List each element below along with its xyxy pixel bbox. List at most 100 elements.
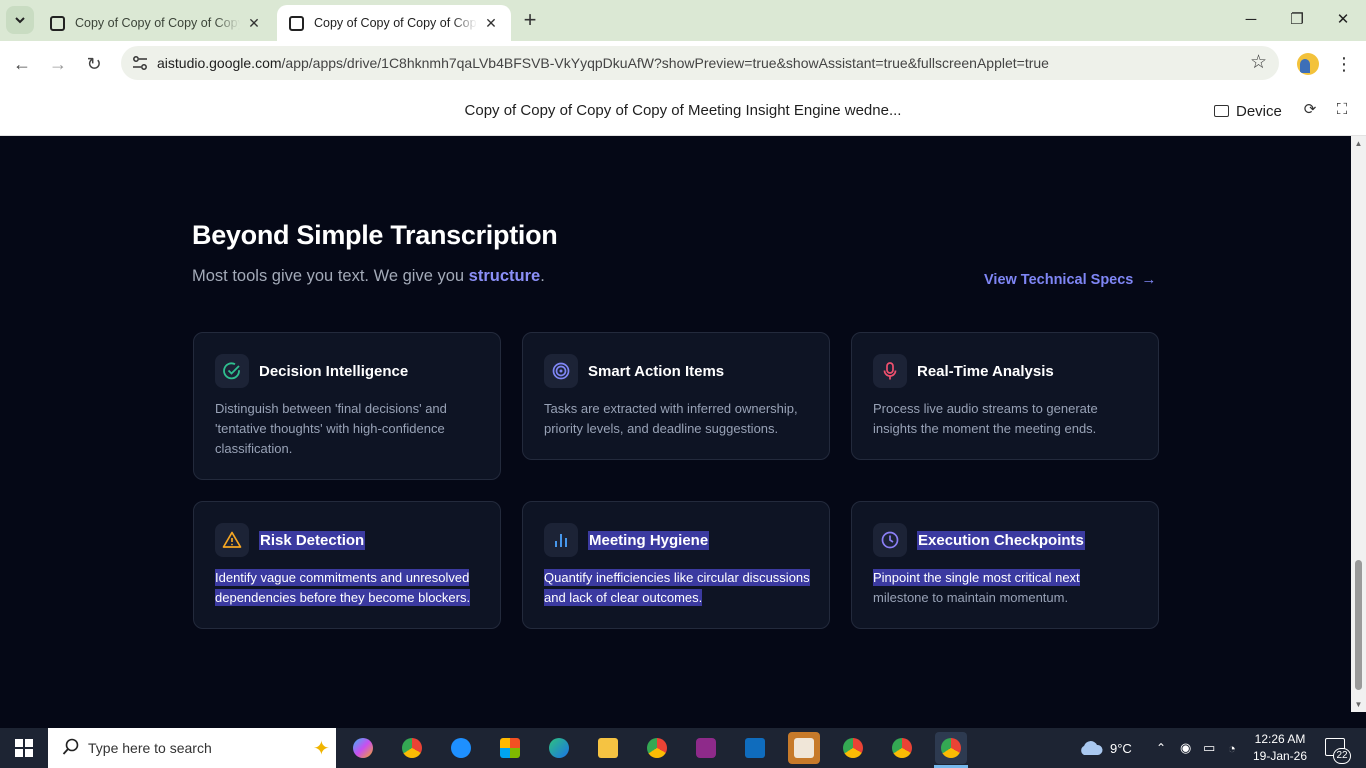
- outlook-app-icon[interactable]: [739, 732, 771, 764]
- spec-link-label: View Technical Specs: [984, 271, 1134, 288]
- card-title-text: Meeting Hygiene: [588, 531, 710, 550]
- toolbar: ← → ↻ aistudio.google.com/app/apps/drive…: [0, 41, 1366, 86]
- windows-start-button[interactable]: [0, 728, 48, 768]
- feature-card-decision-intelligence: Decision Intelligence Distinguish betwee…: [193, 332, 501, 480]
- back-arrow-icon[interactable]: ←: [9, 51, 35, 77]
- applet-favicon-icon: [50, 15, 65, 31]
- app-title: Copy of Copy of Copy of Copy of Meeting …: [464, 102, 902, 119]
- minimize-icon[interactable]: ─: [1236, 8, 1266, 32]
- windows-taskbar: Type here to search ✦ 9°C ⌃ ◉ ▭ ◔ 12:26 …: [0, 728, 1366, 768]
- address-bar[interactable]: aistudio.google.com/app/apps/drive/1C8hk…: [121, 46, 1279, 80]
- device-button[interactable]: Device: [1214, 100, 1282, 122]
- chrome-profile-app-icon[interactable]: [641, 732, 673, 764]
- app-content: Beyond Simple Transcription Most tools g…: [0, 136, 1351, 712]
- card-title: Real-Time Analysis: [917, 363, 1054, 380]
- browser-tab[interactable]: Copy of Copy of Copy of Copy of Meeting …: [38, 5, 274, 41]
- scroll-down-icon[interactable]: ▼: [1354, 700, 1363, 709]
- card-title: Risk Detection: [259, 531, 366, 550]
- scrollbar-thumb[interactable]: [1355, 560, 1362, 690]
- taskbar-search-box[interactable]: Type here to search ✦: [48, 728, 336, 768]
- file-explorer-icon[interactable]: [592, 732, 624, 764]
- browser-tab-active[interactable]: Copy of Copy of Copy of Copy of Meeting …: [277, 5, 511, 41]
- chrome-profile-b-icon[interactable]: [886, 732, 918, 764]
- record-icon[interactable]: ◉: [1180, 728, 1191, 768]
- tab-title: Copy of Copy of Copy of Copy of Meeting …: [314, 16, 477, 30]
- applet-favicon-icon: [289, 15, 304, 31]
- notification-count-badge: 22: [1333, 748, 1351, 764]
- chrome-profile-r-icon[interactable]: [837, 732, 869, 764]
- card-description: Quantify inefficiencies like circular di…: [544, 568, 814, 608]
- reload-icon[interactable]: ↻: [81, 51, 107, 77]
- feature-card-meeting-hygiene: Meeting Hygiene Quantify inefficiencies …: [522, 501, 830, 629]
- warning-triangle-icon: [215, 523, 249, 557]
- new-tab-plus-icon[interactable]: +: [518, 9, 542, 33]
- card-title: Meeting Hygiene: [588, 531, 710, 550]
- clock-icon: [873, 523, 907, 557]
- java-app-icon[interactable]: [788, 732, 820, 764]
- microsoft-store-icon[interactable]: [494, 732, 526, 764]
- window-close-icon[interactable]: ✕: [1328, 8, 1358, 32]
- card-title-text: Execution Checkpoints: [917, 531, 1085, 550]
- windows-logo-icon: [15, 739, 33, 757]
- url-path: /app/apps/drive/1C8hknmh7qaLVb4BFSVB-VkY…: [281, 55, 1049, 71]
- device-label: Device: [1236, 102, 1282, 120]
- card-description-selected: Pinpoint the single most critical next: [873, 569, 1080, 586]
- target-icon: [544, 354, 578, 388]
- show-hidden-icons[interactable]: ⌃: [1156, 728, 1166, 768]
- url-host: aistudio.google.com: [157, 55, 282, 71]
- search-placeholder: Type here to search: [88, 740, 212, 756]
- copilot-app-icon[interactable]: [347, 732, 379, 764]
- check-circle-icon: [215, 354, 249, 388]
- feature-card-real-time-analysis: Real-Time Analysis Process live audio st…: [851, 332, 1159, 460]
- subheading-period: .: [540, 267, 545, 285]
- card-title: Smart Action Items: [588, 363, 725, 380]
- card-description-text: Quantify inefficiencies like circular di…: [544, 569, 810, 606]
- bookmark-star-icon[interactable]: ☆: [1250, 51, 1267, 74]
- feature-card-smart-action-items: Smart Action Items Tasks are extracted w…: [522, 332, 830, 460]
- card-description: Tasks are extracted with inferred owners…: [544, 401, 798, 436]
- browser-tab-strip: Copy of Copy of Copy of Copy of Meeting …: [0, 0, 1366, 41]
- device-icon: [1214, 105, 1229, 117]
- site-settings-icon[interactable]: [131, 54, 149, 72]
- close-icon[interactable]: ✕: [483, 15, 499, 31]
- weather-temp: 9°C: [1110, 740, 1132, 756]
- bar-chart-icon: [544, 523, 578, 557]
- restore-icon[interactable]: ❐: [1282, 8, 1312, 32]
- microphone-icon: [873, 354, 907, 388]
- feature-card-risk-detection: Risk Detection Identify vague commitment…: [193, 501, 501, 629]
- scroll-up-icon[interactable]: ▲: [1354, 139, 1363, 148]
- page-scrollbar[interactable]: ▲ ▼: [1351, 136, 1366, 712]
- internet-explorer-icon[interactable]: [445, 732, 477, 764]
- chrome-active-window-icon[interactable]: [935, 732, 967, 764]
- fullscreen-icon[interactable]: ⛶: [1333, 101, 1351, 119]
- more-menu-icon[interactable]: ⋮: [1335, 51, 1353, 77]
- card-description-rest: milestone to maintain momentum.: [873, 590, 1069, 605]
- pdf-app-icon[interactable]: [690, 732, 722, 764]
- section-subheading: Most tools give you text. We give you st…: [192, 267, 545, 286]
- edge-app-icon[interactable]: [543, 732, 575, 764]
- chrome-app-icon[interactable]: [396, 732, 428, 764]
- forward-arrow-icon[interactable]: →: [45, 51, 71, 77]
- card-title: Decision Intelligence: [259, 363, 409, 380]
- close-icon[interactable]: ✕: [246, 15, 262, 31]
- wifi-icon[interactable]: ◔: [1228, 728, 1236, 768]
- feature-card-execution-checkpoints: Execution Checkpoints Pinpoint the singl…: [851, 501, 1159, 629]
- search-icon: [62, 738, 79, 755]
- battery-icon[interactable]: ▭: [1203, 728, 1215, 768]
- system-clock[interactable]: 12:26 AM 19-Jan-26: [1250, 731, 1310, 765]
- tab-search-button[interactable]: [6, 6, 34, 34]
- subheading-accent: structure: [468, 267, 541, 285]
- clock-time: 12:26 AM: [1254, 732, 1306, 746]
- cloud-icon: [1081, 741, 1103, 755]
- card-description: Distinguish between 'final decisions' an…: [215, 401, 447, 456]
- view-technical-specs-link[interactable]: View Technical Specs →: [984, 271, 1156, 288]
- card-title-text: Risk Detection: [259, 531, 366, 550]
- rotate-icon[interactable]: ⟳: [1301, 101, 1319, 119]
- profile-avatar[interactable]: [1297, 53, 1319, 75]
- subheading-text: Most tools give you text. We give you: [192, 267, 469, 285]
- copilot-sparkle-icon: ✦: [313, 738, 330, 760]
- section-heading: Beyond Simple Transcription: [192, 220, 558, 250]
- weather-widget[interactable]: 9°C: [1078, 728, 1132, 768]
- tab-title: Copy of Copy of Copy of Copy of Meeting …: [75, 16, 240, 30]
- chevron-down-icon: [15, 17, 25, 24]
